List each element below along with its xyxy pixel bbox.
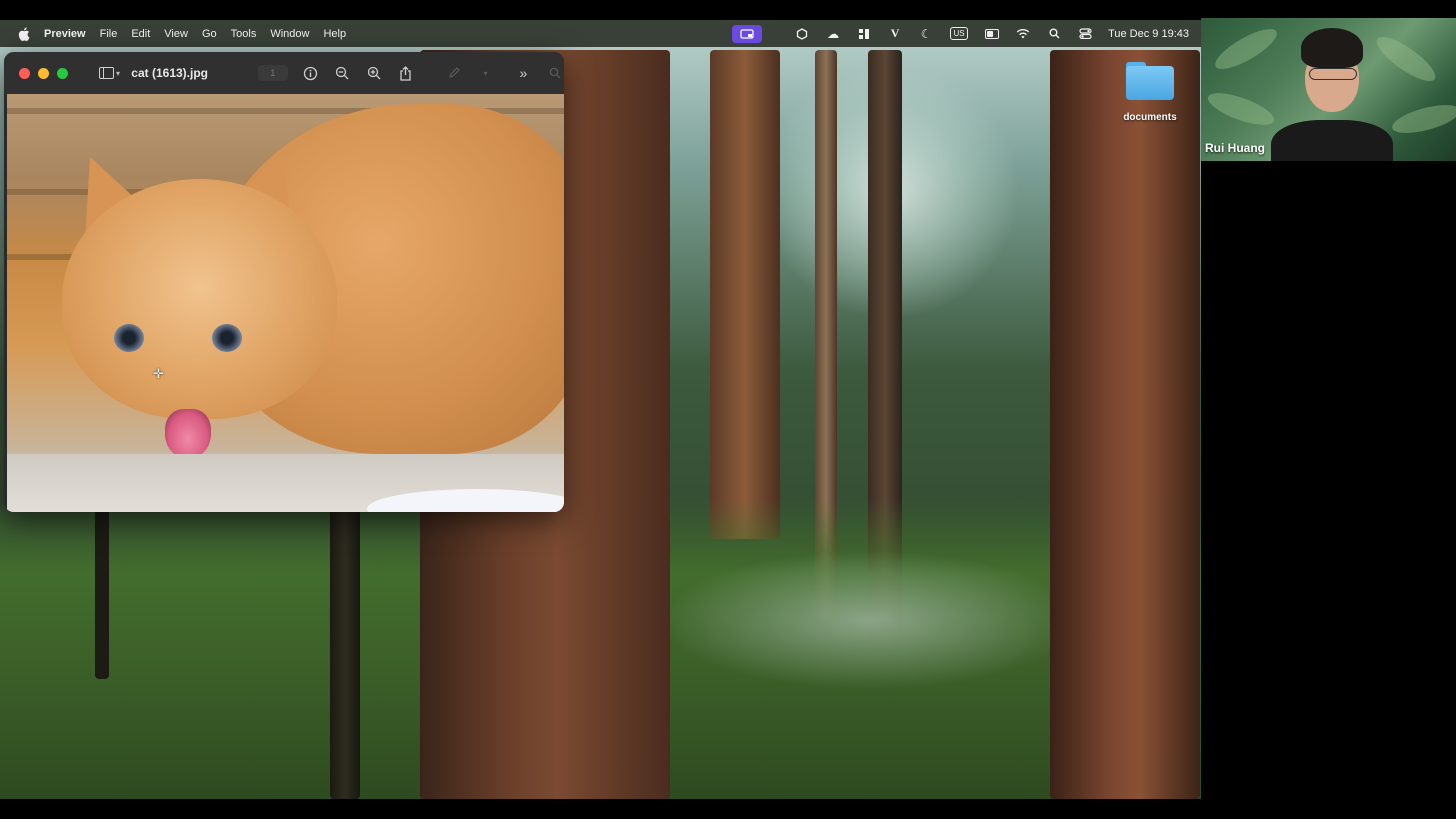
menu-bar-clock[interactable]: Tue Dec 9 19:43 [1108,28,1189,40]
crosshair-cursor-icon: ✛ [153,366,164,381]
chevron-down-icon: ▾ [115,68,120,78]
screen-recording-icon[interactable] [732,24,763,43]
search-button[interactable] [546,65,564,81]
screen-recording-frame: Preview File Edit View Go Tools Window H… [0,0,1456,819]
zoom-in-button[interactable] [365,65,383,81]
share-icon [400,65,412,81]
vectorize-icon[interactable]: V [888,26,902,41]
document-title: cat (1613).jpg [131,66,208,80]
menu-help[interactable]: Help [323,28,346,40]
cat-eye [212,324,242,352]
sidebar-icon [98,67,114,79]
cat-eye [114,324,144,352]
minimize-button[interactable] [37,67,49,79]
menu-edit[interactable]: Edit [131,28,150,40]
cat-head [62,179,337,419]
menu-bar: Preview File Edit View Go Tools Window H… [0,20,1201,47]
zoom-out-icon [336,66,349,80]
wifi-icon[interactable] [1016,27,1030,41]
chevron-down-icon: ▾ [483,68,488,78]
participant-name-label: Rui Huang [1205,141,1265,155]
moon-icon[interactable]: ☾ [919,27,933,41]
webcam-participant [1261,28,1401,161]
battery-icon[interactable] [985,27,1000,41]
control-center-icon[interactable] [1078,27,1092,41]
status-area: ☁ V ☾ US Tue Dec 9 19:43 [715,20,1201,47]
preview-window: ▾ cat (1613).jpg 1 ▾ » ✛ [4,52,564,512]
rotate-button[interactable]: ▾ [477,65,495,81]
more-toolbar-items-button[interactable]: » [514,65,532,81]
info-icon [303,66,318,80]
zoom-button[interactable] [56,67,68,79]
cube-icon[interactable] [795,27,809,41]
menu-view[interactable]: View [164,28,188,40]
webcam-overlay: Rui Huang [1201,18,1456,161]
input-source-icon[interactable]: US [950,27,969,40]
markup-pen-icon [448,67,460,78]
menu-app-name[interactable]: Preview [44,28,86,40]
zoom-out-button[interactable] [333,65,351,81]
menu-tools[interactable]: Tools [231,28,257,40]
image-canvas[interactable]: ✛ [7,94,564,512]
markup-button[interactable] [445,65,463,81]
double-chevron-right-icon: » [519,65,528,81]
apple-logo-icon[interactable] [16,26,32,42]
search-icon [549,67,561,79]
info-button[interactable] [302,65,320,81]
widgets-icon[interactable] [857,27,871,41]
folder-label: documents [1123,112,1177,123]
weather-icon[interactable]: ☁ [826,27,840,41]
zoom-in-icon [367,66,381,80]
menu-file[interactable]: File [100,28,118,40]
cat-mouth [165,409,211,459]
folder-icon [1126,62,1174,100]
close-button[interactable] [19,67,30,79]
menu-window[interactable]: Window [270,28,309,40]
share-button[interactable] [397,65,415,81]
sidebar-toggle-button[interactable]: ▾ [96,65,124,81]
desktop-folder-documents[interactable]: documents [1116,62,1184,123]
spotlight-search-icon[interactable] [1047,27,1061,41]
page-number-field[interactable]: 1 [258,65,288,81]
menu-go[interactable]: Go [202,28,217,40]
preview-toolbar: ▾ cat (1613).jpg 1 ▾ » [4,52,564,94]
